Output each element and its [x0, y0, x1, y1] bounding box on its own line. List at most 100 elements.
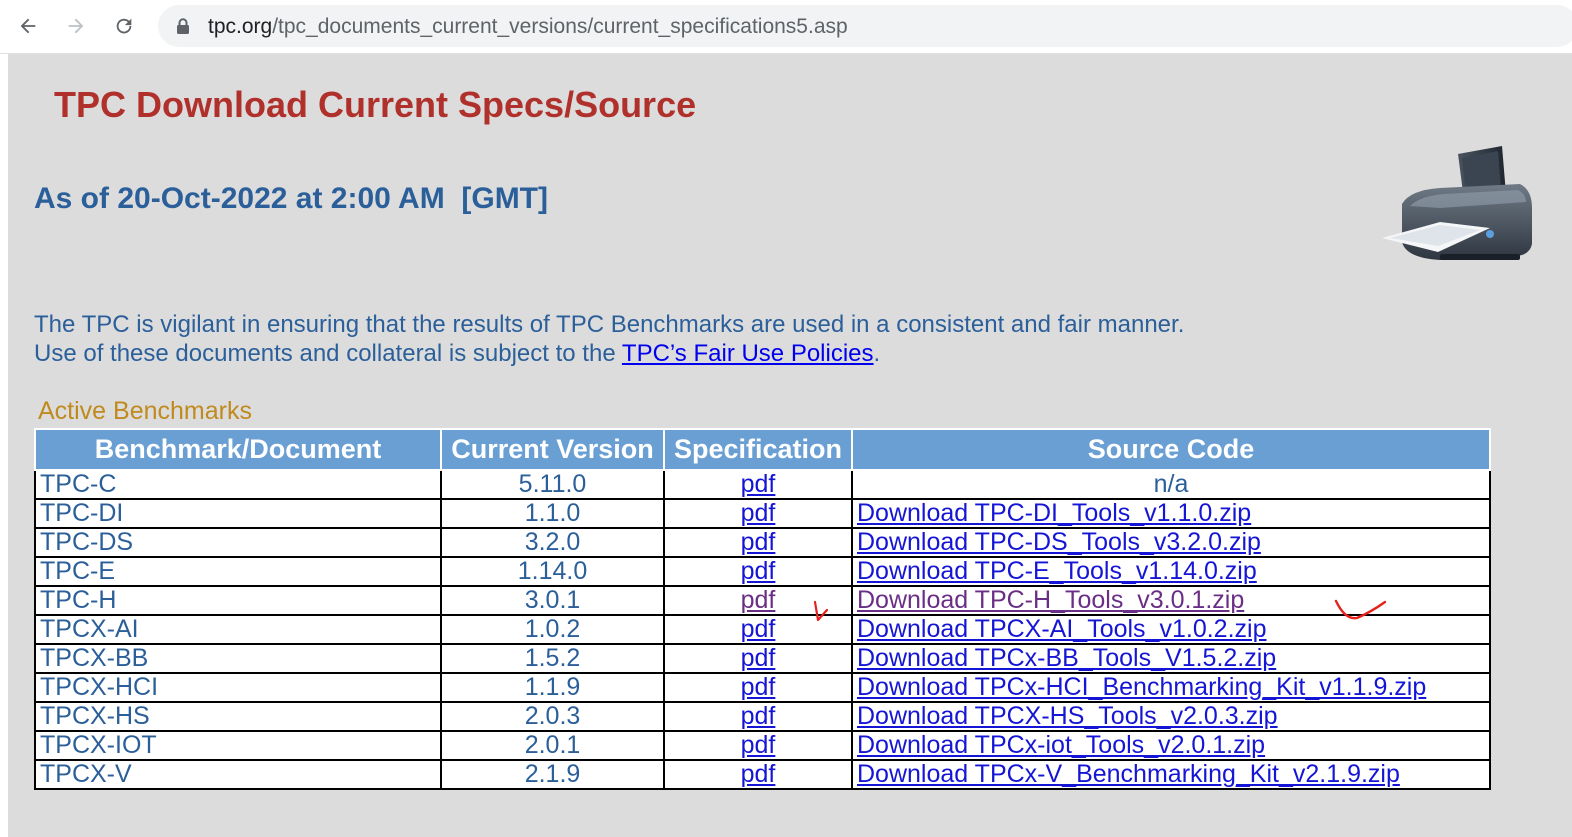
benchmark-name: TPC-C — [34, 469, 442, 500]
intro-text: The TPC is vigilant in ensuring that the… — [34, 310, 1184, 368]
table-row: TPC-DS 3.2.0 pdf Download TPC-DS_Tools_v… — [34, 527, 1491, 558]
intro-line-2-prefix: Use of these documents and collateral is… — [34, 340, 622, 367]
source-download-link[interactable]: Download TPC-H_Tools_v3.0.1.zip — [857, 586, 1244, 614]
spec-pdf-link[interactable]: pdf — [741, 644, 776, 672]
source-cell: Download TPCx-BB_Tools_V1.5.2.zip — [851, 643, 1491, 674]
spec-pdf-link[interactable]: pdf — [741, 528, 776, 556]
benchmark-name: TPCX-AI — [34, 614, 442, 645]
benchmark-version: 1.1.9 — [440, 672, 665, 703]
source-cell: Download TPC-E_Tools_v1.14.0.zip — [851, 556, 1491, 587]
address-bar[interactable]: tpc.org/tpc_documents_current_versions/c… — [158, 5, 1572, 47]
spec-cell: pdf — [663, 556, 853, 587]
intro-line-2-suffix: . — [873, 340, 881, 367]
reload-icon — [116, 18, 132, 34]
arrow-left-icon — [20, 18, 36, 34]
forward-button[interactable] — [60, 10, 92, 42]
benchmark-name: TPCX-HS — [34, 701, 442, 732]
benchmark-version: 3.2.0 — [440, 527, 665, 558]
source-cell: Download TPCx-HCI_Benchmarking_Kit_v1.1.… — [851, 672, 1491, 703]
benchmark-version: 1.1.0 — [440, 498, 665, 529]
spec-cell: pdf — [663, 469, 853, 500]
benchmark-version: 1.0.2 — [440, 614, 665, 645]
arrow-right-icon — [68, 18, 84, 34]
spec-pdf-link[interactable]: pdf — [741, 702, 776, 730]
table-row: TPC-H 3.0.1 pdf Download TPC-H_Tools_v3.… — [34, 585, 1491, 616]
benchmark-name: TPCX-V — [34, 759, 442, 790]
spec-pdf-link[interactable]: pdf — [741, 586, 776, 614]
reload-button[interactable] — [108, 10, 140, 42]
spec-pdf-link[interactable]: pdf — [741, 499, 776, 527]
url-domain: tpc.org — [208, 15, 273, 38]
benchmark-name: TPC-DS — [34, 527, 442, 558]
table-row: TPCX-IOT 2.0.1 pdf Download TPCx-iot_Too… — [34, 730, 1491, 761]
header-source: Source Code — [851, 428, 1491, 471]
source-cell: Download TPC-H_Tools_v3.0.1.zip — [851, 585, 1491, 616]
printer-icon[interactable] — [1380, 142, 1536, 266]
spec-cell: pdf — [663, 672, 853, 703]
lock-icon — [177, 18, 189, 34]
source-cell: Download TPCx-iot_Tools_v2.0.1.zip — [851, 730, 1491, 761]
source-cell: Download TPCX-HS_Tools_v2.0.3.zip — [851, 701, 1491, 732]
source-download-link[interactable]: Download TPCx-HCI_Benchmarking_Kit_v1.1.… — [857, 673, 1426, 701]
benchmark-version: 2.1.9 — [440, 759, 665, 790]
table-row: TPCX-BB 1.5.2 pdf Download TPCx-BB_Tools… — [34, 643, 1491, 674]
header-benchmark: Benchmark/Document — [34, 428, 442, 471]
page-title: TPC Download Current Specs/Source — [54, 84, 697, 125]
as-of-date: As of 20-Oct-2022 at 2:00 AM [GMT] — [34, 182, 548, 215]
benchmark-version: 1.5.2 — [440, 643, 665, 674]
table-row: TPC-C 5.11.0 pdf n/a — [34, 469, 1491, 500]
spec-pdf-link[interactable]: pdf — [741, 615, 776, 643]
benchmark-name: TPCX-HCI — [34, 672, 442, 703]
table-row: TPCX-HS 2.0.3 pdf Download TPCX-HS_Tools… — [34, 701, 1491, 732]
source-download-link[interactable]: Download TPCx-V_Benchmarking_Kit_v2.1.9.… — [857, 760, 1400, 788]
spec-pdf-link[interactable]: pdf — [741, 557, 776, 585]
source-download-link[interactable]: Download TPCx-iot_Tools_v2.0.1.zip — [857, 731, 1265, 759]
spec-pdf-link[interactable]: pdf — [741, 673, 776, 701]
spec-cell: pdf — [663, 759, 853, 790]
source-download-link[interactable]: Download TPC-E_Tools_v1.14.0.zip — [857, 557, 1257, 585]
table-row: TPC-E 1.14.0 pdf Download TPC-E_Tools_v1… — [34, 556, 1491, 587]
header-spec: Specification — [663, 428, 853, 471]
benchmark-name: TPC-E — [34, 556, 442, 587]
benchmark-version: 2.0.1 — [440, 730, 665, 761]
source-cell: Download TPCX-AI_Tools_v1.0.2.zip — [851, 614, 1491, 645]
spec-pdf-link[interactable]: pdf — [741, 731, 776, 759]
benchmark-name: TPCX-BB — [34, 643, 442, 674]
source-cell: Download TPC-DI_Tools_v1.1.0.zip — [851, 498, 1491, 529]
benchmark-name: TPC-H — [34, 585, 442, 616]
source-download-link[interactable]: Download TPC-DI_Tools_v1.1.0.zip — [857, 499, 1251, 527]
source-na: n/a — [851, 469, 1491, 500]
fair-use-policies-link[interactable]: TPC’s Fair Use Policies — [622, 340, 874, 367]
source-download-link[interactable]: Download TPCX-HS_Tools_v2.0.3.zip — [857, 702, 1278, 730]
table-row: TPCX-HCI 1.1.9 pdf Download TPCx-HCI_Ben… — [34, 672, 1491, 703]
red-checkmark-annotation — [1334, 599, 1387, 620]
spec-cell: pdf — [663, 643, 853, 674]
section-label-active-benchmarks: Active Benchmarks — [38, 397, 252, 425]
table-header-row: Benchmark/Document Current Version Speci… — [34, 428, 1491, 471]
source-cell: Download TPC-DS_Tools_v3.2.0.zip — [851, 527, 1491, 558]
spec-cell: pdf — [663, 498, 853, 529]
url-path: /tpc_documents_current_versions/current_… — [272, 15, 848, 38]
back-button[interactable] — [12, 10, 44, 42]
benchmark-version: 3.0.1 — [440, 585, 665, 616]
page-content: TPC Download Current Specs/Source As of … — [8, 54, 1572, 837]
spec-cell: pdf — [663, 701, 853, 732]
intro-line-1: The TPC is vigilant in ensuring that the… — [34, 311, 1185, 338]
red-checkmark-annotation — [813, 600, 829, 622]
source-download-link[interactable]: Download TPCx-BB_Tools_V1.5.2.zip — [857, 644, 1276, 672]
intro-line-2: Use of these documents and collateral is… — [34, 339, 1184, 368]
url-text: tpc.org/tpc_documents_current_versions/c… — [208, 15, 848, 39]
benchmark-version: 1.14.0 — [440, 556, 665, 587]
spec-pdf-link[interactable]: pdf — [741, 470, 776, 498]
spec-cell: pdf — [663, 730, 853, 761]
benchmark-name: TPC-DI — [34, 498, 442, 529]
source-cell: Download TPCx-V_Benchmarking_Kit_v2.1.9.… — [851, 759, 1491, 790]
spec-pdf-link[interactable]: pdf — [741, 760, 776, 788]
benchmarks-table: Benchmark/Document Current Version Speci… — [34, 428, 1491, 790]
source-download-link[interactable]: Download TPCX-AI_Tools_v1.0.2.zip — [857, 615, 1266, 643]
table-row: TPCX-V 2.1.9 pdf Download TPCx-V_Benchma… — [34, 759, 1491, 790]
benchmark-name: TPCX-IOT — [34, 730, 442, 761]
source-download-link[interactable]: Download TPC-DS_Tools_v3.2.0.zip — [857, 528, 1261, 556]
benchmark-version: 2.0.3 — [440, 701, 665, 732]
table-row: TPCX-AI 1.0.2 pdf Download TPCX-AI_Tools… — [34, 614, 1491, 645]
